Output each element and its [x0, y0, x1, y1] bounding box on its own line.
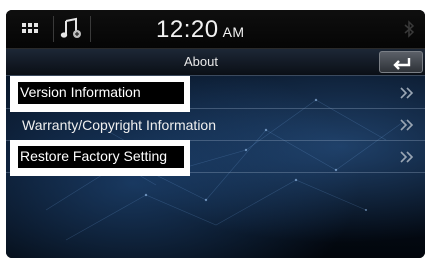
- status-divider: [53, 16, 54, 42]
- back-button[interactable]: [379, 51, 423, 73]
- title-bar: About: [6, 49, 425, 76]
- double-chevron-right-icon: [400, 87, 414, 99]
- highlighted-label: Version Information: [18, 82, 184, 104]
- music-note-icon: [60, 17, 81, 38]
- highlight-box-version-information: Version Information: [10, 76, 190, 112]
- page-title: About: [184, 54, 218, 69]
- menu-button[interactable]: [12, 13, 50, 45]
- double-chevron-right-icon: [400, 119, 414, 131]
- bluetooth-icon: [404, 20, 415, 38]
- clock-ampm: AM: [222, 24, 245, 40]
- grid-menu-icon: [22, 23, 38, 35]
- back-arrow-icon: [393, 58, 411, 70]
- highlighted-label: Restore Factory Setting: [18, 146, 184, 168]
- double-chevron-right-icon: [400, 151, 414, 163]
- list-item-warranty-copyright[interactable]: Warranty/Copyright Information: [6, 109, 425, 141]
- status-bar: 12:20 AM: [6, 10, 425, 49]
- list-item-label: Warranty/Copyright Information: [22, 117, 216, 133]
- status-divider: [90, 16, 91, 42]
- clock: 12:20 AM: [156, 15, 296, 45]
- head-unit-screen: 12:20AM About Version Information Warran…: [6, 10, 425, 258]
- highlight-box-restore-factory-setting: Restore Factory Setting: [10, 140, 190, 176]
- clock-time: 12:20: [156, 16, 219, 43]
- music-source-button[interactable]: [56, 14, 86, 44]
